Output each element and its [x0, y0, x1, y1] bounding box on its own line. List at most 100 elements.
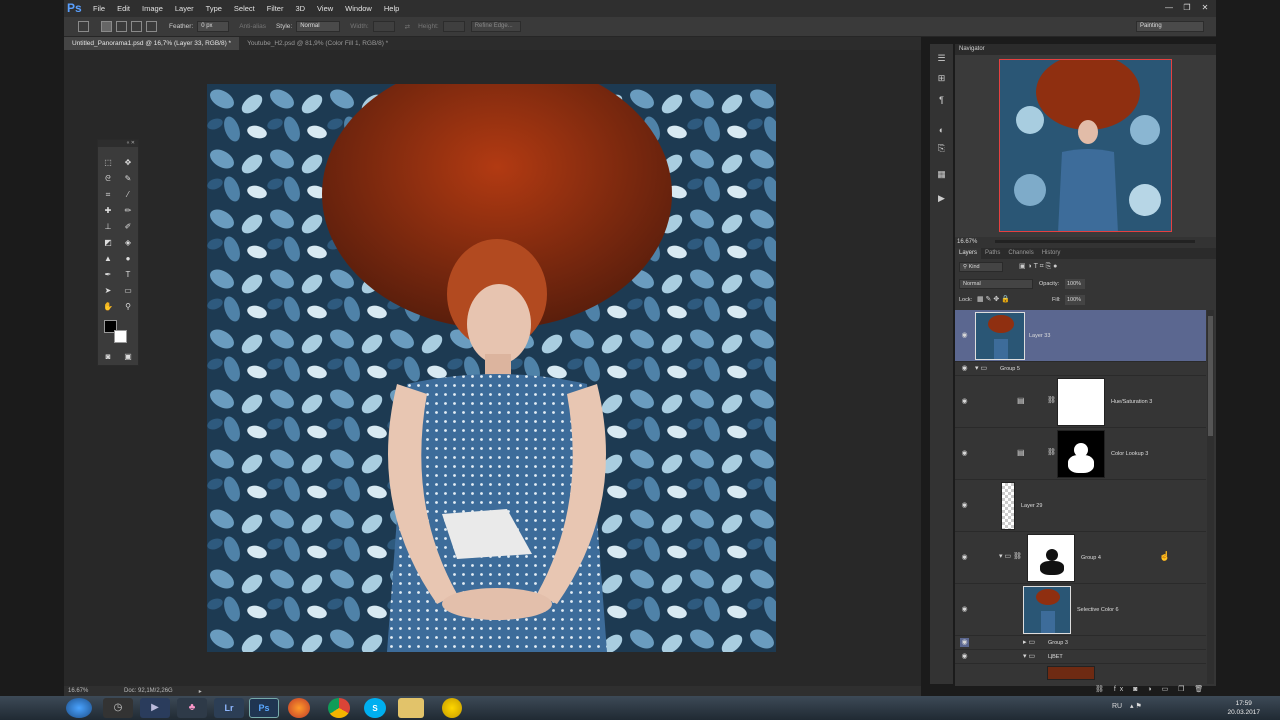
path-select-icon[interactable]: ➤: [102, 285, 114, 297]
menu-filter[interactable]: Filter: [261, 4, 290, 13]
tab-layers[interactable]: Layers: [955, 248, 982, 259]
group-expanded-folder-icon[interactable]: ▾ ▭: [1023, 652, 1035, 660]
status-arrow-icon[interactable]: ▸: [199, 688, 202, 695]
layer-row-tsvet[interactable]: ◉ ▾ ▭ ЦВЕТ: [955, 650, 1206, 664]
system-clock[interactable]: 17:59 20.03.2017: [1227, 699, 1260, 717]
paragraph-panel-icon[interactable]: ¶: [934, 94, 949, 107]
layer-name[interactable]: Group 5: [1000, 366, 1020, 372]
layer-mask-thumbnail[interactable]: [1057, 430, 1105, 478]
quick-select-tool-icon[interactable]: ✎: [122, 173, 134, 185]
skype-icon[interactable]: S: [364, 698, 386, 718]
tools-panel-header[interactable]: « ✕: [98, 140, 138, 147]
tab-panorama[interactable]: Untitled_Panorama1.psd @ 16,7% (Layer 33…: [64, 37, 240, 50]
hand-tool-icon[interactable]: ✋: [102, 301, 114, 313]
layer-kind-filter[interactable]: ⚲ Kind: [959, 262, 1003, 272]
mask-link-icon[interactable]: ⛓: [1047, 396, 1056, 404]
scrollbar-thumb[interactable]: [1208, 316, 1213, 436]
group-collapsed-folder-icon[interactable]: ▸ ▭: [1023, 638, 1035, 646]
dodge-tool-icon[interactable]: ●: [122, 253, 134, 265]
tab-paths[interactable]: Paths: [981, 248, 1004, 259]
blend-mode-select[interactable]: Normal: [959, 279, 1033, 289]
visibility-eye-icon[interactable]: ◉: [960, 331, 969, 340]
move-tool-icon[interactable]: ✥: [122, 157, 134, 169]
brush-tool-icon[interactable]: ✏: [122, 205, 134, 217]
shape-tool-icon[interactable]: ▭: [122, 285, 134, 297]
close-icon[interactable]: ✕: [1198, 2, 1212, 14]
visibility-eye-icon[interactable]: ◉: [960, 638, 969, 647]
menu-window[interactable]: Window: [339, 4, 378, 13]
restore-icon[interactable]: ❐: [1180, 2, 1194, 14]
background-color-swatch[interactable]: [114, 330, 127, 343]
type-tool-icon[interactable]: T: [122, 269, 134, 281]
lock-icons[interactable]: ▦ ✎ ✥ 🔒: [977, 295, 1010, 303]
eyedropper-tool-icon[interactable]: ⁄: [122, 189, 134, 201]
mask-link-icon[interactable]: ⛓: [1047, 448, 1056, 456]
layer-name[interactable]: Hue/Saturation 3: [1111, 399, 1152, 405]
yellow-app-icon[interactable]: [442, 698, 462, 718]
layer-row-group4[interactable]: ◉ ▾ ▭ ⛓ Group 4 ☝: [955, 532, 1206, 584]
actions-panel-icon[interactable]: ▶: [934, 192, 949, 205]
layers-scrollbar[interactable]: [1207, 310, 1214, 684]
visibility-eye-icon[interactable]: ◉: [960, 553, 969, 562]
width-input[interactable]: [372, 21, 395, 32]
photoshop-icon[interactable]: Ps: [249, 698, 279, 718]
pen-tool-icon[interactable]: ✒: [102, 269, 114, 281]
menu-image[interactable]: Image: [136, 4, 169, 13]
explorer-icon[interactable]: [398, 698, 424, 718]
media-player-icon[interactable]: ▶: [140, 698, 170, 718]
menu-file[interactable]: File: [87, 4, 111, 13]
document-canvas[interactable]: [207, 84, 776, 652]
layer-name[interactable]: Layer 29: [1021, 503, 1042, 509]
navigator-preview[interactable]: [999, 59, 1172, 232]
minimize-icon[interactable]: —: [1162, 2, 1176, 14]
style-select[interactable]: Normal: [296, 21, 341, 32]
layer-name[interactable]: Color Lookup 3: [1111, 451, 1148, 457]
menu-help[interactable]: Help: [378, 4, 405, 13]
lasso-tool-icon[interactable]: ᘓ: [102, 173, 114, 185]
navigator-zoom-value[interactable]: 16.67%: [957, 239, 977, 245]
layer-name[interactable]: Group 4: [1081, 555, 1101, 561]
visibility-eye-icon[interactable]: ◉: [960, 605, 969, 614]
zoom-readout[interactable]: 16.67%: [68, 688, 118, 694]
blur-tool-icon[interactable]: ▲: [102, 253, 114, 265]
tab-youtube[interactable]: Youtube_H2.psd @ 81,9% (Color Fill 1, RG…: [239, 37, 396, 50]
brush-panel-icon[interactable]: ◐: [934, 124, 949, 137]
adjust-panel-icon[interactable]: ⊞: [934, 72, 949, 85]
people-icon[interactable]: ♣: [177, 698, 207, 718]
layer-mask-thumbnail[interactable]: [1057, 378, 1105, 426]
clone-source-icon[interactable]: ⎘: [934, 142, 949, 155]
menu-layer[interactable]: Layer: [169, 4, 200, 13]
layer-row-layer29[interactable]: ◉ Layer 29: [955, 480, 1206, 532]
healing-brush-icon[interactable]: ✚: [102, 205, 114, 217]
layer-row-layer33[interactable]: ◉ Layer 33: [955, 310, 1206, 362]
add-selection-icon[interactable]: [116, 21, 127, 32]
history-panel-icon[interactable]: ☰: [934, 52, 949, 65]
menu-3d[interactable]: 3D: [289, 4, 311, 13]
swap-icon[interactable]: ⇄: [405, 23, 410, 31]
clock-app-icon[interactable]: ◷: [103, 698, 133, 718]
antialias-checkbox[interactable]: Anti-alias: [239, 23, 266, 30]
visibility-eye-icon[interactable]: ◉: [960, 501, 969, 510]
layer-row-group5[interactable]: ◉ ▾ ▭ Group 5: [955, 362, 1206, 376]
visibility-eye-icon[interactable]: ◉: [960, 364, 969, 373]
eraser-tool-icon[interactable]: ◩: [102, 237, 114, 249]
crop-tool-icon[interactable]: ⌗: [102, 189, 114, 201]
history-brush-icon[interactable]: ✐: [122, 221, 134, 233]
clone-stamp-icon[interactable]: ⊥: [102, 221, 114, 233]
intersect-selection-icon[interactable]: [146, 21, 157, 32]
fill-input[interactable]: 100%: [1065, 295, 1085, 305]
navigator-title[interactable]: Navigator: [955, 44, 1216, 55]
chrome-icon[interactable]: [328, 698, 350, 718]
feather-input[interactable]: 0 px: [197, 21, 230, 32]
quick-mask-icon[interactable]: ◙: [102, 351, 114, 363]
layer-name[interactable]: ЦВЕТ: [1048, 654, 1063, 660]
lightroom-icon[interactable]: Lr: [214, 698, 244, 718]
new-selection-icon[interactable]: [101, 21, 112, 32]
menu-select[interactable]: Select: [228, 4, 261, 13]
layers-footer-icons[interactable]: ⛓ fx ◙ ◑ ▭ ❐ 🗑: [1095, 685, 1207, 693]
layer-name[interactable]: Group 3: [1048, 640, 1068, 646]
properties-panel-icon[interactable]: ▦: [934, 168, 949, 181]
tab-history[interactable]: History: [1038, 248, 1065, 259]
layer-row-group3[interactable]: ◉ ▸ ▭ Group 3: [955, 636, 1206, 650]
visibility-eye-icon[interactable]: ◉: [960, 449, 969, 458]
